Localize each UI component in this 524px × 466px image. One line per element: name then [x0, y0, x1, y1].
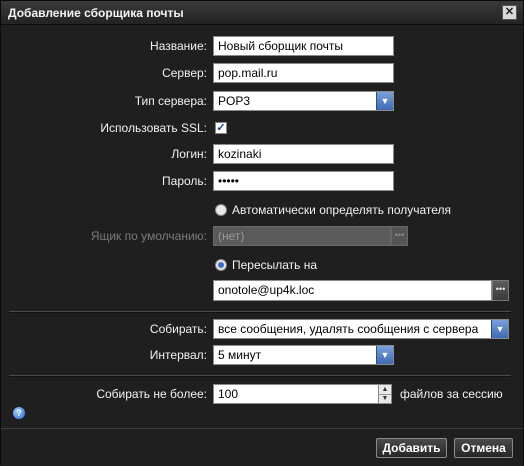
collect-value: все сообщения, удалять сообщения с серве…: [218, 322, 479, 336]
server-type-value: POP3: [218, 94, 251, 108]
interval-select[interactable]: 5 минут ▼: [213, 345, 394, 365]
name-label: Название:: [150, 39, 207, 53]
dialog-window: Добавление сборщика почты ✕ Название: Но…: [0, 0, 524, 466]
login-label: Логин:: [171, 147, 207, 161]
max-suffix: файлов за сессию: [400, 387, 503, 401]
collect-select[interactable]: все сообщения, удалять сообщения с серве…: [213, 319, 509, 339]
close-icon[interactable]: ✕: [502, 5, 517, 20]
password-label: Пароль:: [162, 174, 207, 188]
forward-label[interactable]: Пересылать на: [232, 258, 317, 272]
help-icon[interactable]: ?: [13, 407, 25, 419]
forward-browse-icon[interactable]: •••: [492, 280, 509, 301]
cancel-button[interactable]: Отмена: [454, 438, 513, 458]
server-type-select[interactable]: POP3 ▼: [213, 91, 394, 111]
interval-value: 5 минут: [218, 348, 262, 362]
server-type-label: Тип сервера:: [134, 94, 207, 108]
ssl-checkbox[interactable]: ✓: [215, 122, 227, 134]
forward-input[interactable]: onotole@up4k.loc: [213, 280, 492, 301]
chevron-down-icon[interactable]: ▼: [491, 320, 508, 338]
name-input[interactable]: Новый сборщик почты: [213, 36, 394, 56]
button-bar: Добавить Отмена: [1, 428, 523, 466]
auto-detect-radio[interactable]: [215, 204, 227, 216]
login-input[interactable]: kozinaki: [213, 144, 394, 164]
collect-label: Собирать:: [149, 322, 207, 336]
max-input[interactable]: 100: [213, 384, 379, 404]
ssl-label: Использовать SSL:: [100, 121, 207, 135]
password-input[interactable]: •••••: [213, 171, 394, 191]
max-label: Собирать не более:: [96, 387, 207, 401]
dialog-title: Добавление сборщика почты: [8, 6, 184, 20]
dialog-titlebar[interactable]: Добавление сборщика почты ✕: [1, 1, 523, 25]
default-box-label: Ящик по умолчанию:: [90, 229, 207, 243]
server-input[interactable]: pop.mail.ru: [213, 63, 394, 83]
auto-detect-label[interactable]: Автоматически определять получателя: [232, 203, 451, 217]
default-box-browse-icon: •••: [391, 226, 408, 246]
add-button[interactable]: Добавить: [376, 438, 447, 458]
chevron-down-icon[interactable]: ▼: [376, 92, 393, 110]
spinner-down-icon[interactable]: ▼: [379, 394, 391, 403]
max-spinner[interactable]: ▲ ▼: [378, 384, 392, 404]
forward-radio[interactable]: [215, 259, 227, 271]
separator: [9, 311, 511, 313]
chevron-down-icon[interactable]: ▼: [376, 346, 393, 364]
default-box-input: (нет): [213, 226, 391, 246]
interval-label: Интервал:: [149, 348, 207, 362]
separator: [9, 375, 511, 377]
server-label: Сервер:: [162, 66, 207, 80]
